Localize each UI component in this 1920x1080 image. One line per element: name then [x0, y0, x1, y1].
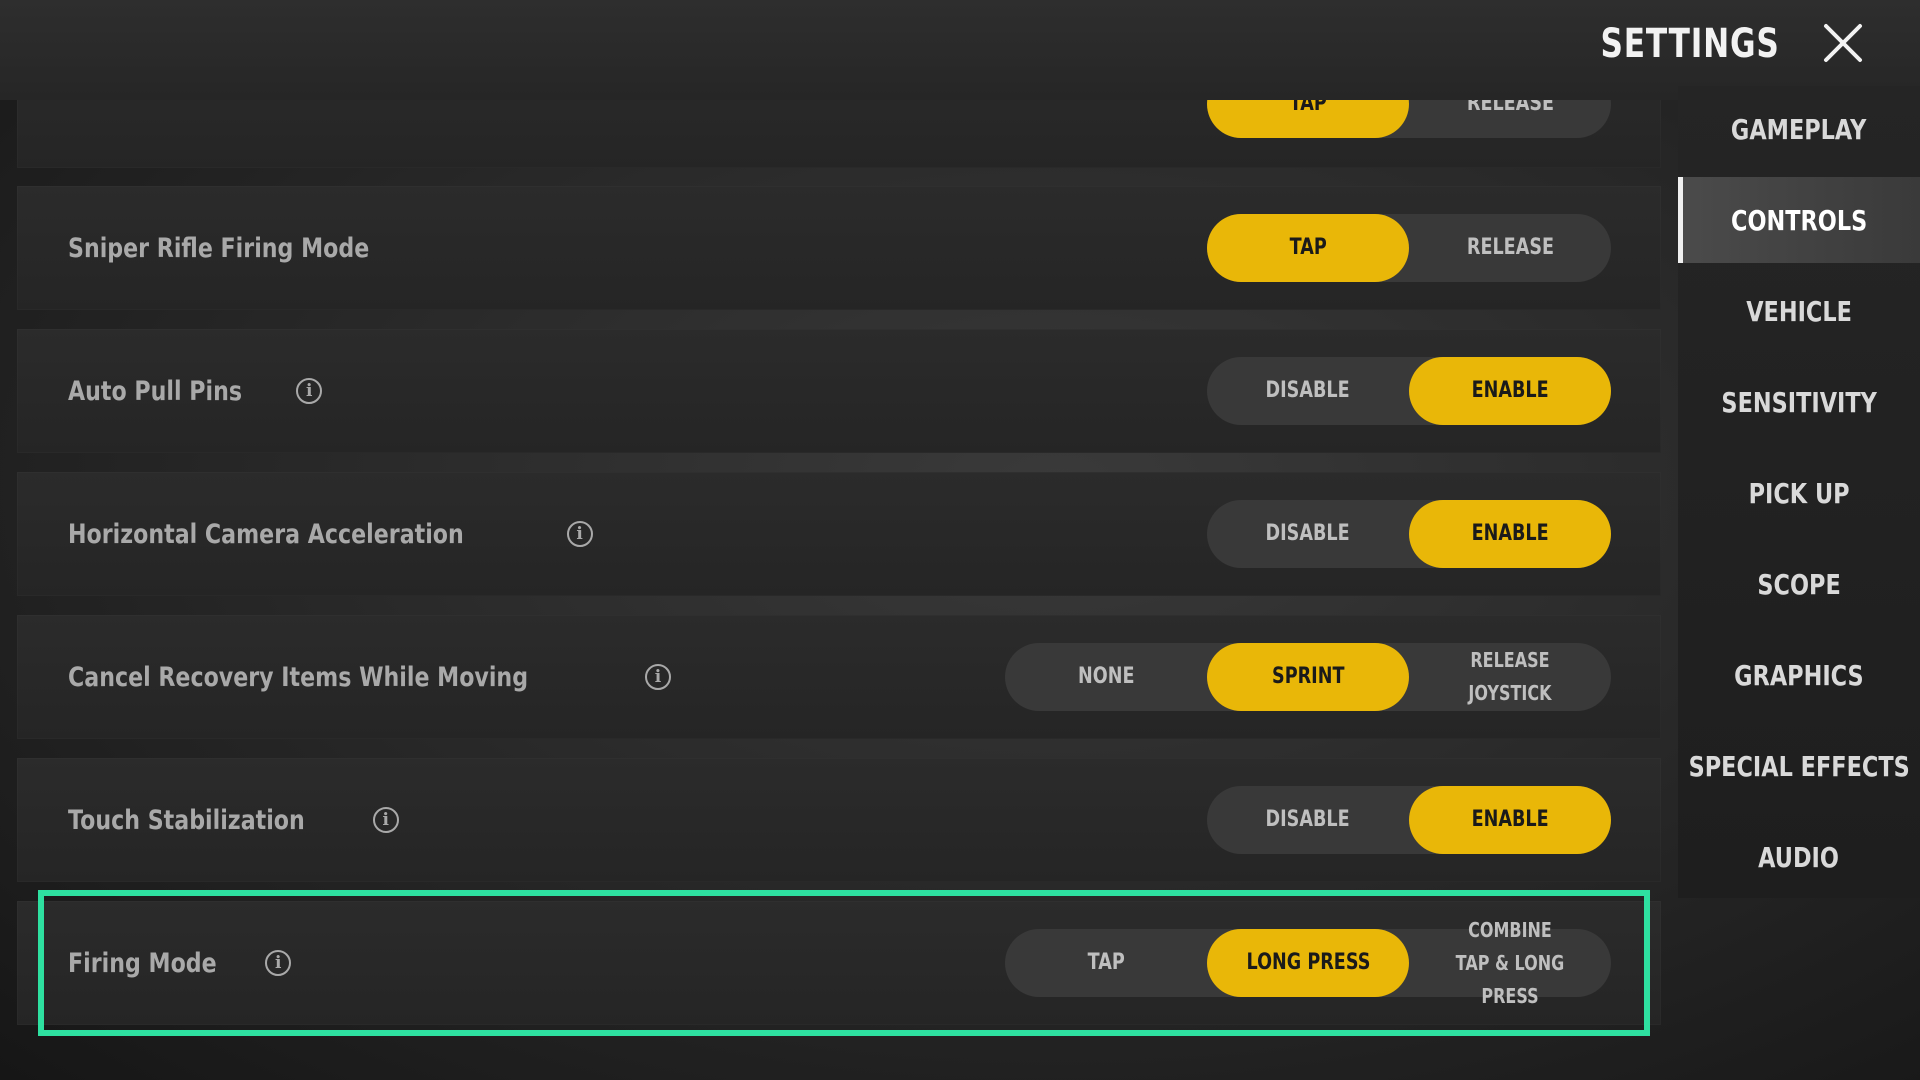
sidebar-item-audio[interactable]: AUDIO	[1678, 814, 1920, 900]
page-title: SETTINGS	[1600, 21, 1780, 67]
option-label: SPRINT	[1271, 664, 1345, 689]
option-release-button[interactable]: RELEASE	[1409, 214, 1611, 282]
sidebar-item-label: GAMEPLAY	[1731, 112, 1867, 146]
sidebar-item-graphics[interactable]: GRAPHICS	[1678, 632, 1920, 718]
setting-label-group: Firing Mode i	[68, 901, 292, 1025]
option-none-button[interactable]: NONE	[1005, 643, 1207, 711]
option-label: RELEASE	[1466, 235, 1554, 260]
sidebar-item-sensitivity[interactable]: SENSITIVITY	[1678, 359, 1920, 445]
sidebar-item-label: PICK UP	[1748, 476, 1850, 510]
info-icon[interactable]: i	[645, 664, 672, 690]
option-label: LONG PRESS	[1246, 950, 1370, 975]
option-disable-button[interactable]: DISABLE	[1207, 500, 1409, 568]
info-icon[interactable]: i	[566, 521, 593, 547]
option-toggle-horizontal-camera-acceleration: DISABLE ENABLE	[1207, 500, 1611, 568]
option-label: NONE	[1077, 664, 1135, 689]
option-label: ENABLE	[1471, 807, 1549, 832]
setting-label-group: Horizontal Camera Acceleration i	[68, 472, 593, 596]
setting-row-horizontal-camera-acceleration: Horizontal Camera Acceleration i DISABLE EN…	[17, 472, 1661, 596]
option-disable-button[interactable]: DISABLE	[1207, 786, 1409, 854]
option-release-joystick-button[interactable]: RELEASE JOYSTICK	[1409, 643, 1611, 711]
option-label: DISABLE	[1265, 378, 1351, 403]
sidebar-item-label: VEHICLE	[1746, 294, 1852, 328]
sidebar-item-label: SCOPE	[1757, 567, 1841, 601]
option-disable-button[interactable]: DISABLE	[1207, 357, 1409, 425]
setting-label: Cancel Recovery Items While Moving	[68, 661, 529, 693]
settings-sidebar: GAMEPLAY CONTROLS VEHICLE SENSITIVITY PICK U…	[1678, 86, 1920, 898]
option-enable-button[interactable]: ENABLE	[1409, 357, 1611, 425]
option-label: RELEASE JOYSTICK	[1468, 648, 1552, 705]
option-toggle-cancel-recovery-items-while-moving: NONE SPRINT RELEASE JOYSTICK	[1005, 643, 1611, 711]
option-label: ENABLE	[1471, 378, 1549, 403]
option-enable-button[interactable]: ENABLE	[1409, 786, 1611, 854]
setting-label: Touch Stabilization	[68, 804, 305, 836]
sidebar-item-label: CONTROLS	[1730, 203, 1868, 237]
sidebar-item-gameplay[interactable]: GAMEPLAY	[1678, 86, 1920, 172]
setting-label-group: Cancel Recovery Items While Moving i	[68, 615, 672, 739]
setting-label: Auto Pull Pins	[68, 375, 243, 407]
setting-label: Horizontal Camera Acceleration	[68, 518, 464, 550]
setting-row-firing-mode: Firing Mode i TAP LONG PRESS COMBINE TAP & L…	[17, 901, 1661, 1025]
close-icon	[1824, 24, 1862, 62]
option-long-press-button[interactable]: LONG PRESS	[1207, 929, 1409, 997]
setting-label-group: Touch Stabilization i	[68, 758, 399, 882]
option-label: TAP	[1087, 950, 1125, 975]
settings-screen: Shotgun Firing ModeTAPRELEASESniper Rifl…	[0, 0, 1920, 1080]
setting-row-auto-pull-pins: Auto Pull Pins i DISABLE ENABLE	[17, 329, 1661, 453]
option-enable-button[interactable]: ENABLE	[1409, 500, 1611, 568]
option-tap-button[interactable]: TAP	[1005, 929, 1207, 997]
option-label: DISABLE	[1265, 521, 1351, 546]
option-toggle-firing-mode: TAP LONG PRESS COMBINE TAP & LONG PRESS	[1005, 918, 1611, 1008]
setting-label-group: Auto Pull Pins i	[68, 329, 323, 453]
info-icon[interactable]: i	[296, 378, 323, 404]
sidebar-item-pick-up[interactable]: PICK UP	[1678, 450, 1920, 536]
option-tap-button[interactable]: TAP	[1207, 214, 1409, 282]
setting-label: Sniper Rifle Firing Mode	[68, 232, 370, 264]
sidebar-item-scope[interactable]: SCOPE	[1678, 541, 1920, 627]
sidebar-item-vehicle[interactable]: VEHICLE	[1678, 268, 1920, 354]
sidebar-item-label: SPECIAL EFFECTS	[1688, 749, 1910, 783]
sidebar-item-special-effects[interactable]: SPECIAL EFFECTS	[1678, 723, 1920, 809]
setting-label-group: Sniper Rifle Firing Mode	[68, 186, 435, 310]
option-combine-tap-and-long-press-button[interactable]: COMBINE TAP & LONG PRESS	[1409, 918, 1611, 1008]
sidebar-item-controls[interactable]: CONTROLS	[1678, 177, 1920, 263]
sidebar-item-label: SENSITIVITY	[1721, 385, 1877, 419]
settings-list: Shotgun Firing ModeTAPRELEASESniper Rifl…	[17, 0, 1661, 1080]
option-sprint-button[interactable]: SPRINT	[1207, 643, 1409, 711]
option-toggle-auto-pull-pins: DISABLE ENABLE	[1207, 357, 1611, 425]
setting-row-touch-stabilization: Touch Stabilization i DISABLE ENABLE	[17, 758, 1661, 882]
close-button[interactable]	[1818, 18, 1868, 68]
setting-row-sniper-rifle-firing-mode: Sniper Rifle Firing Mode TAP RELEASE	[17, 186, 1661, 310]
sidebar-item-label: GRAPHICS	[1734, 658, 1864, 692]
option-toggle-sniper-rifle-firing-mode: TAP RELEASE	[1207, 214, 1611, 282]
setting-row-cancel-recovery-items-while-moving: Cancel Recovery Items While Moving i NONE S…	[17, 615, 1661, 739]
top-bar: SETTINGS	[0, 0, 1920, 100]
option-label: DISABLE	[1265, 807, 1351, 832]
info-icon[interactable]: i	[372, 807, 399, 833]
option-label: TAP	[1289, 235, 1327, 260]
setting-label: Firing Mode	[68, 947, 217, 979]
option-label: ENABLE	[1471, 521, 1549, 546]
info-icon[interactable]: i	[265, 950, 292, 976]
sidebar-item-label: AUDIO	[1758, 840, 1840, 874]
option-label: COMBINE TAP & LONG PRESS	[1455, 917, 1565, 1008]
option-toggle-touch-stabilization: DISABLE ENABLE	[1207, 786, 1611, 854]
